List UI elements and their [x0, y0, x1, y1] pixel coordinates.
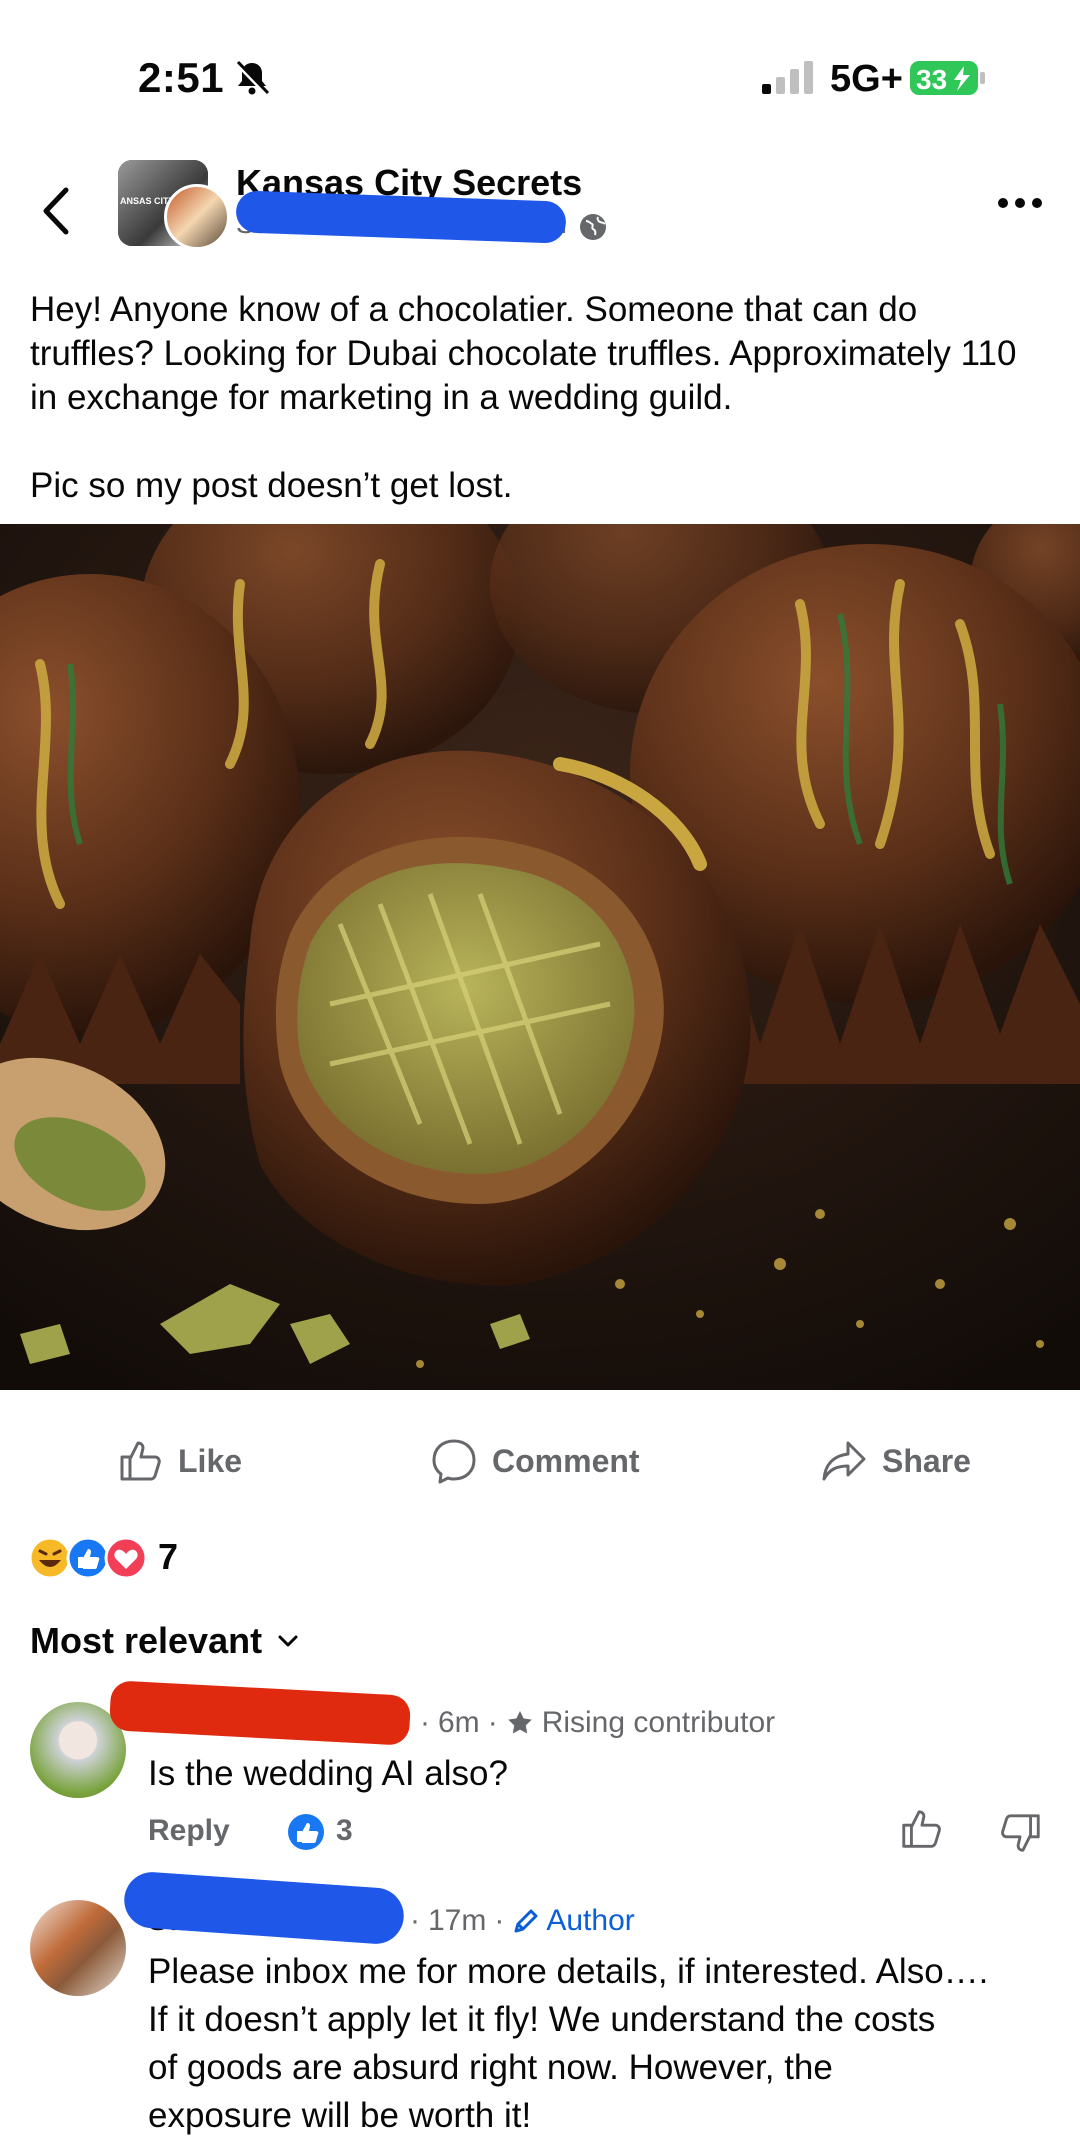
status-time: 2:51	[138, 54, 225, 101]
like-label: Like	[178, 1442, 243, 1479]
post-text: Hey! Anyone know of a chocolatier. Someo…	[30, 290, 1017, 505]
more-options-icon[interactable]	[996, 196, 1044, 210]
share-label: Share	[882, 1442, 971, 1479]
comment-meta: · 17m · Author	[410, 1904, 635, 1938]
author-badge-label: Author	[546, 1904, 635, 1937]
back-arrow-icon[interactable]	[36, 184, 76, 238]
reaction-count[interactable]: 7	[158, 1536, 178, 1578]
reply-button[interactable]: Reply	[148, 1814, 230, 1848]
author-avatar[interactable]	[164, 184, 230, 250]
commenter-avatar[interactable]	[30, 1900, 126, 1996]
thumbs-up-icon[interactable]	[898, 1806, 944, 1852]
share-arrow-icon	[822, 1441, 866, 1481]
comment-button[interactable]: Comment	[430, 1436, 640, 1486]
comment-time: 6m	[438, 1706, 480, 1739]
like-reaction-icon	[288, 1814, 324, 1850]
thumbs-up-icon	[120, 1441, 161, 1481]
share-button[interactable]: Share	[820, 1436, 971, 1486]
truffle-photo-illustration	[0, 524, 1080, 1390]
thumbs-down-icon[interactable]	[998, 1810, 1044, 1856]
like-button[interactable]: Like	[116, 1436, 242, 1486]
battery-icon: 33	[910, 61, 985, 95]
haha-reaction-icon	[28, 1536, 72, 1580]
pencil-icon	[514, 1909, 538, 1933]
comment-sort-dropdown[interactable]: Most relevant	[30, 1620, 300, 1662]
love-reaction-icon	[104, 1536, 148, 1580]
battery-level: 33	[916, 64, 947, 95]
cell-signal-icon	[762, 61, 813, 94]
comment-text: Is the wedding AI also?	[148, 1754, 508, 1793]
comment-time: 17m	[428, 1904, 487, 1937]
star-icon	[507, 1711, 532, 1734]
chevron-down-icon	[278, 1635, 298, 1647]
comment-meta: · 6m · Rising contributor	[420, 1706, 776, 1739]
like-reaction-icon	[66, 1536, 110, 1580]
comment-text: Please inbox me for more details, if int…	[148, 1952, 989, 2135]
comment-like-count: 3	[336, 1814, 353, 1847]
bell-muted-icon	[235, 60, 270, 96]
contributor-badge: Rising contributor	[541, 1706, 776, 1739]
author-badge: Author	[512, 1904, 635, 1938]
globe-icon	[580, 214, 606, 240]
sort-label: Most relevant	[30, 1620, 263, 1661]
comment-label: Comment	[492, 1442, 640, 1479]
post-photo[interactable]	[0, 524, 1080, 1390]
comment-bubble-icon	[432, 1439, 476, 1484]
network-type: 5G+	[830, 58, 903, 100]
